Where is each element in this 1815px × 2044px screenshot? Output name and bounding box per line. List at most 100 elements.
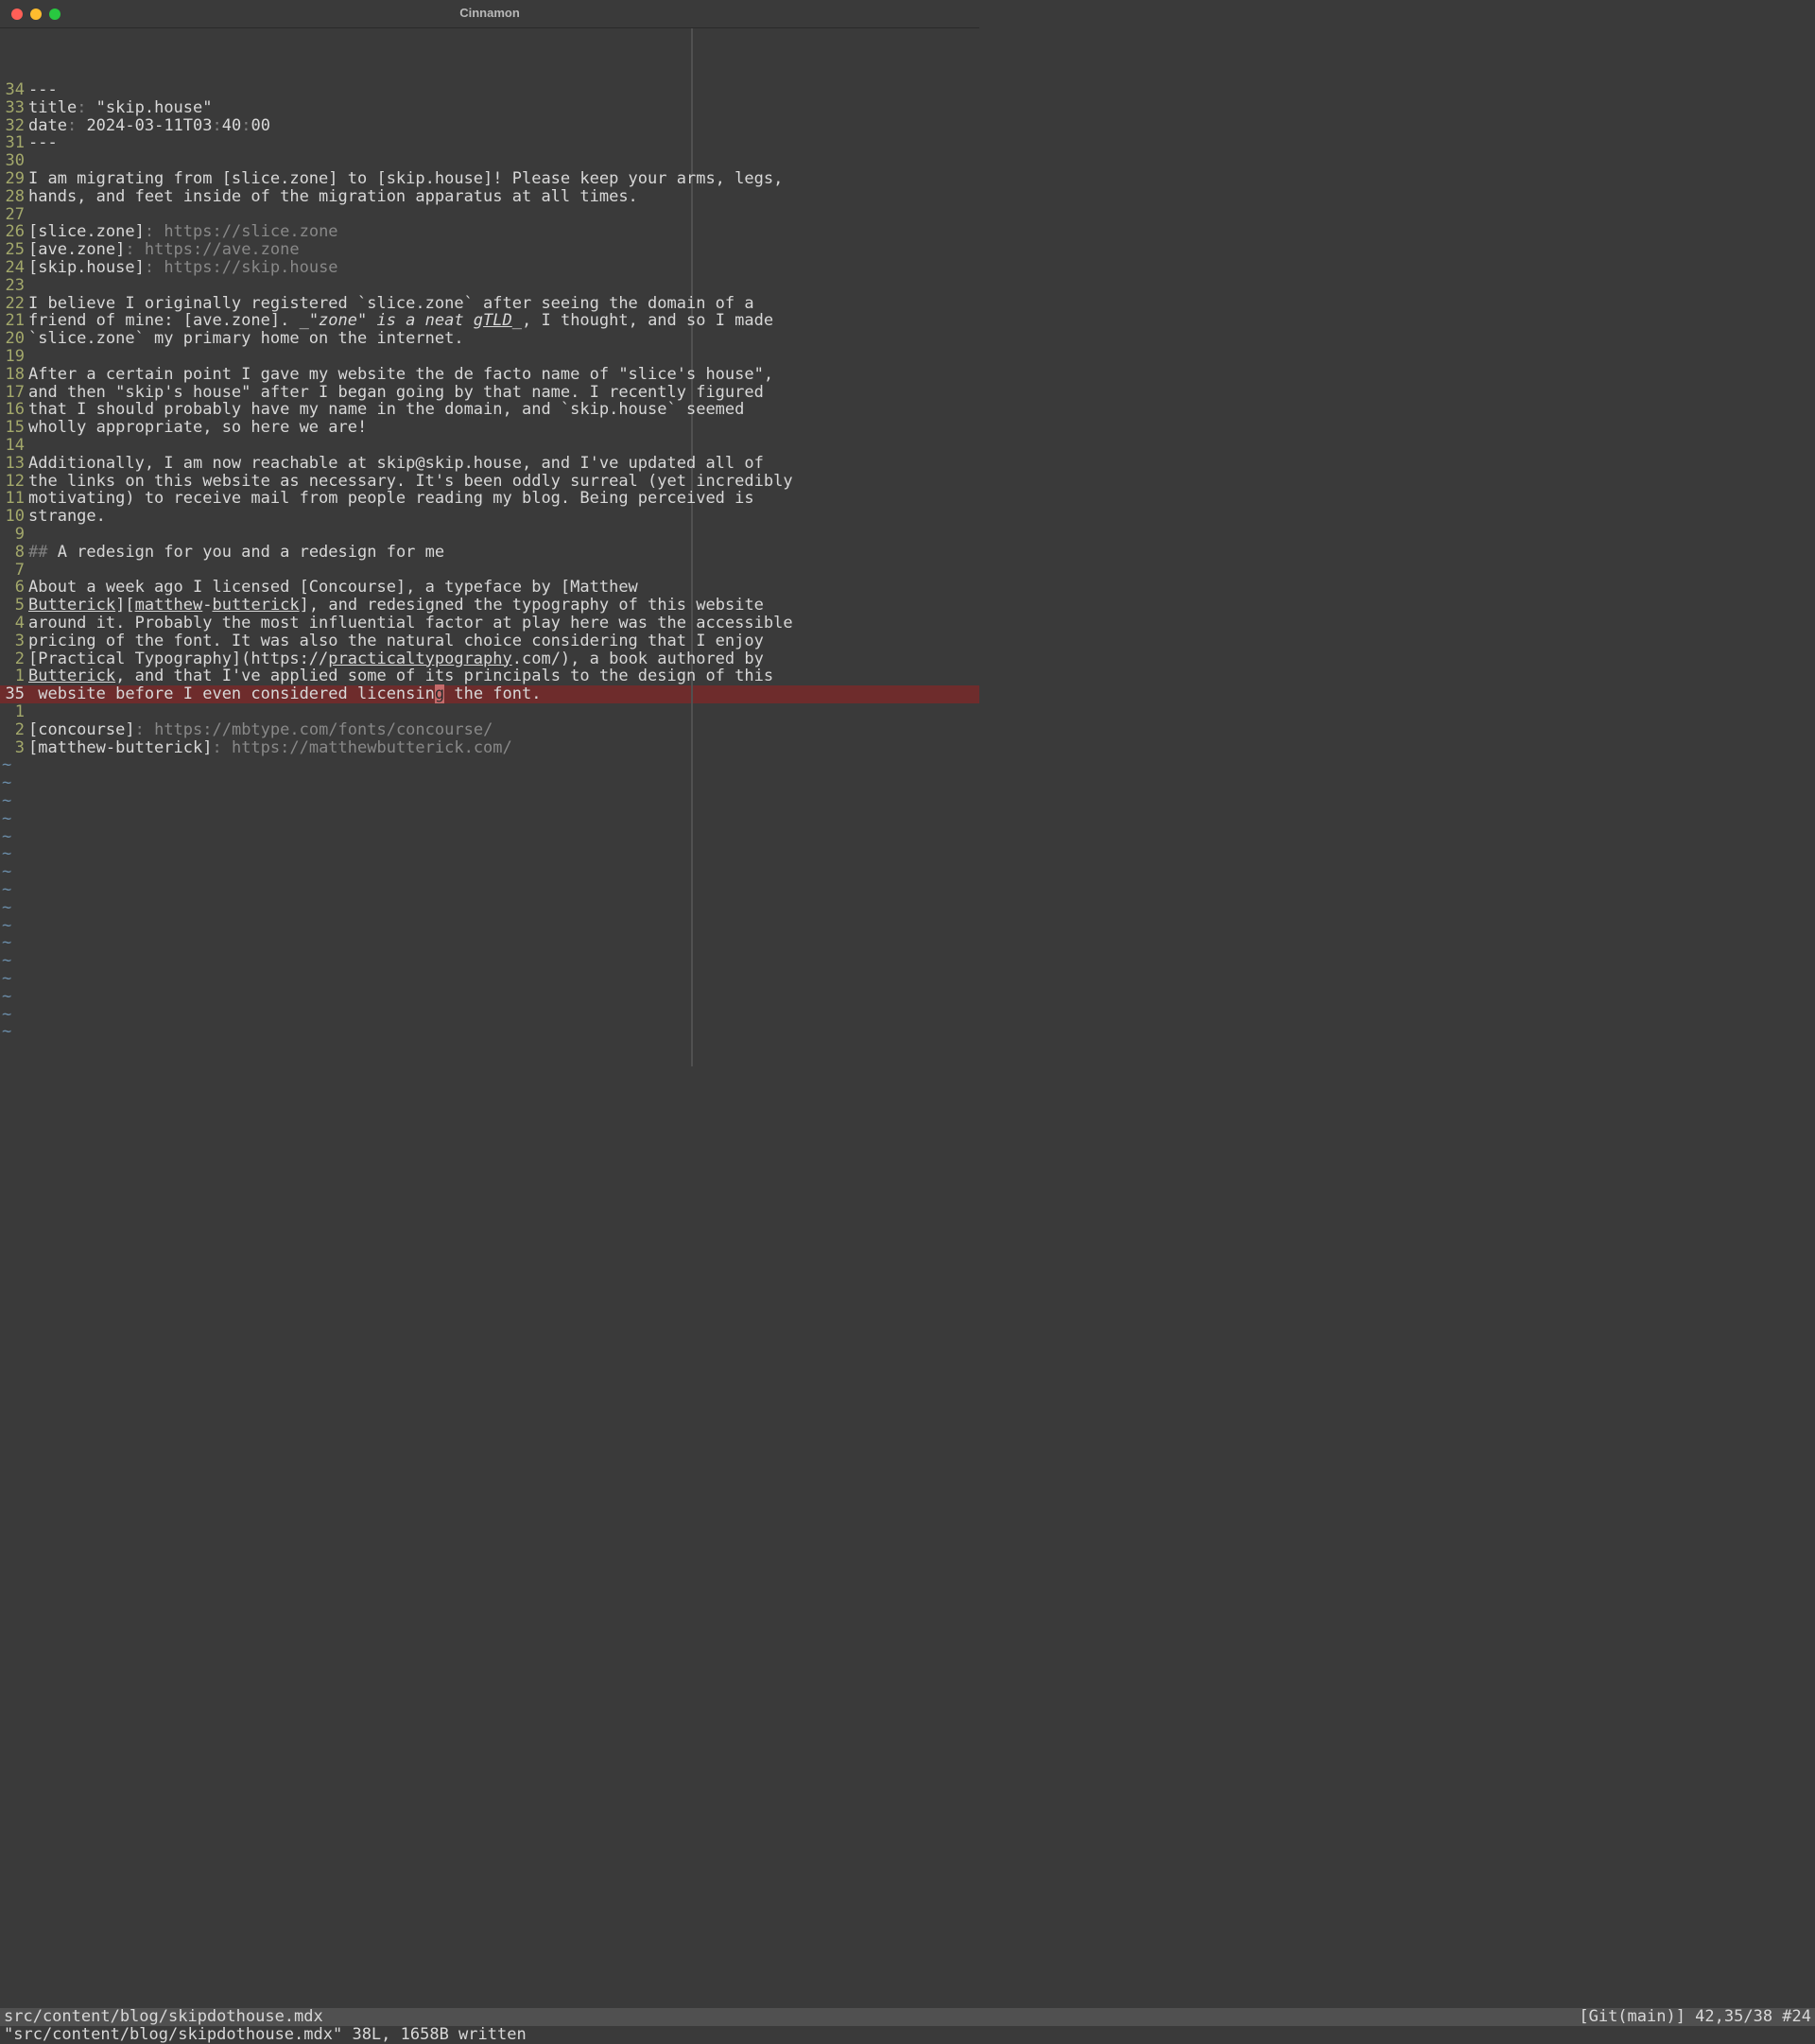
line-number: 21 <box>0 312 28 330</box>
editor-line[interactable]: 14 <box>0 437 979 455</box>
editor-line[interactable]: 33title: "skip.house" <box>0 99 979 117</box>
line-content: the links on this website as necessary. … <box>28 473 793 491</box>
eof-tilde: ~ <box>0 774 979 792</box>
zoom-icon[interactable] <box>49 9 60 20</box>
editor-line[interactable]: 2[Practical Typography](https://practica… <box>0 650 979 668</box>
line-number: 19 <box>0 348 28 366</box>
editor-line[interactable]: 29I am migrating from [slice.zone] to [s… <box>0 170 979 188</box>
line-number: 5 <box>0 597 28 615</box>
eof-tilde: ~ <box>0 810 979 828</box>
line-number: 26 <box>0 223 28 241</box>
line-number: 3 <box>0 632 28 650</box>
line-number: 1 <box>0 703 28 721</box>
eof-tilde: ~ <box>0 934 979 952</box>
line-number: 29 <box>0 170 28 188</box>
minimize-icon[interactable] <box>30 9 42 20</box>
editor-line[interactable]: 4around it. Probably the most influentia… <box>0 615 979 632</box>
editor-line[interactable]: 32date: 2024-03-11T03:40:00 <box>0 117 979 135</box>
editor-line[interactable]: 7 <box>0 562 979 580</box>
status-filename: src/content/blog/skipdothouse.mdx <box>4 2008 323 2026</box>
eof-tilde: ~ <box>0 899 979 917</box>
line-content: pricing of the font. It was also the nat… <box>28 632 764 650</box>
editor-line[interactable]: 3[matthew-butterick]: https://matthewbut… <box>0 739 979 757</box>
line-number: 35 <box>0 685 28 703</box>
editor-line[interactable]: 1 <box>0 703 979 721</box>
line-number: 31 <box>0 134 28 152</box>
line-number: 34 <box>0 81 28 99</box>
editor-line[interactable]: 17and then "skip's house" after I began … <box>0 384 979 402</box>
editor-line[interactable]: 34--- <box>0 81 979 99</box>
editor-line[interactable]: 6About a week ago I licensed [Concourse]… <box>0 579 979 597</box>
editor-line[interactable]: 11motivating) to receive mail from peopl… <box>0 490 979 508</box>
line-content: that I should probably have my name in t… <box>28 401 744 419</box>
editor-line[interactable]: 19 <box>0 348 979 366</box>
line-content: [slice.zone]: https://slice.zone <box>28 223 338 241</box>
eof-tilde: ~ <box>0 756 979 774</box>
eof-tilde: ~ <box>0 828 979 846</box>
line-number: 30 <box>0 152 28 170</box>
line-number: 10 <box>0 508 28 526</box>
editor-line[interactable]: 23 <box>0 277 979 295</box>
editor-line[interactable]: 2[concourse]: https://mbtype.com/fonts/c… <box>0 721 979 739</box>
editor-line[interactable]: 3pricing of the font. It was also the na… <box>0 632 979 650</box>
eof-tilde: ~ <box>0 845 979 863</box>
eof-tilde: ~ <box>0 970 979 988</box>
line-number: 7 <box>0 562 28 580</box>
line-content: --- <box>28 134 58 152</box>
editor-line[interactable]: 10strange. <box>0 508 979 526</box>
line-content: [concourse]: https://mbtype.com/fonts/co… <box>28 721 493 739</box>
editor-line[interactable]: 26[slice.zone]: https://slice.zone <box>0 223 979 241</box>
editor-area[interactable]: 34---33title: "skip.house"32date: 2024-0… <box>0 28 979 1066</box>
editor-line[interactable]: 24[skip.house]: https://skip.house <box>0 259 979 277</box>
line-number: 28 <box>0 188 28 206</box>
traffic-lights <box>0 9 60 20</box>
line-content: website before I even considered licensi… <box>28 685 541 703</box>
line-content: About a week ago I licensed [Concourse],… <box>28 579 638 597</box>
editor-line[interactable]: 21friend of mine: [ave.zone]. _"zone" is… <box>0 312 979 330</box>
editor-line[interactable]: 18After a certain point I gave my websit… <box>0 366 979 384</box>
line-number: 18 <box>0 366 28 384</box>
editor-line[interactable]: 20`slice.zone` my primary home on the in… <box>0 330 979 348</box>
editor-line[interactable]: 31--- <box>0 134 979 152</box>
line-number: 33 <box>0 99 28 117</box>
editor-line[interactable]: 9 <box>0 526 979 544</box>
window-title: Cinnamon <box>459 7 520 20</box>
line-number: 24 <box>0 259 28 277</box>
line-content: title: "skip.house" <box>28 99 213 117</box>
editor-line[interactable]: 16that I should probably have my name in… <box>0 401 979 419</box>
line-content: motivating) to receive mail from people … <box>28 490 754 508</box>
editor-line[interactable]: 13Additionally, I am now reachable at sk… <box>0 455 979 473</box>
editor-line[interactable]: 22I believe I originally registered `sli… <box>0 295 979 313</box>
line-content: Butterick, and that I've applied some of… <box>28 667 773 685</box>
statusbar: src/content/blog/skipdothouse.mdx [Git(m… <box>0 2008 1815 2044</box>
line-number: 6 <box>0 579 28 597</box>
editor-line[interactable]: 8## A redesign for you and a redesign fo… <box>0 544 979 562</box>
editor-line[interactable]: 27 <box>0 206 979 224</box>
line-number: 9 <box>0 526 28 544</box>
editor-line[interactable]: 5Butterick][matthew-butterick], and rede… <box>0 597 979 615</box>
line-content: After a certain point I gave my website … <box>28 366 773 384</box>
line-content: Butterick][matthew-butterick], and redes… <box>28 597 764 615</box>
line-content: around it. Probably the most influential… <box>28 615 793 632</box>
line-number: 11 <box>0 490 28 508</box>
line-content: wholly appropriate, so here we are! <box>28 419 367 437</box>
line-content: I believe I originally registered `slice… <box>28 295 754 313</box>
line-content: `slice.zone` my primary home on the inte… <box>28 330 464 348</box>
line-number: 25 <box>0 241 28 259</box>
close-icon[interactable] <box>11 9 23 20</box>
line-number: 32 <box>0 117 28 135</box>
editor-line[interactable]: 12the links on this website as necessary… <box>0 473 979 491</box>
editor-line[interactable]: 35 website before I even considered lice… <box>0 685 979 703</box>
eof-tilde: ~ <box>0 1006 979 1024</box>
editor-line[interactable]: 28hands, and feet inside of the migratio… <box>0 188 979 206</box>
editor-line[interactable]: 30 <box>0 152 979 170</box>
eof-tilde: ~ <box>0 917 979 935</box>
line-number: 22 <box>0 295 28 313</box>
editor-line[interactable]: 15wholly appropriate, so here we are! <box>0 419 979 437</box>
editor-line[interactable]: 1Butterick, and that I've applied some o… <box>0 667 979 685</box>
editor-line[interactable]: 25[ave.zone]: https://ave.zone <box>0 241 979 259</box>
status-right: [Git(main)] 42,35/38 #24 <box>1579 2008 1811 2026</box>
line-number: 2 <box>0 650 28 668</box>
line-content: friend of mine: [ave.zone]. _"zone" is a… <box>28 312 773 330</box>
line-number: 15 <box>0 419 28 437</box>
